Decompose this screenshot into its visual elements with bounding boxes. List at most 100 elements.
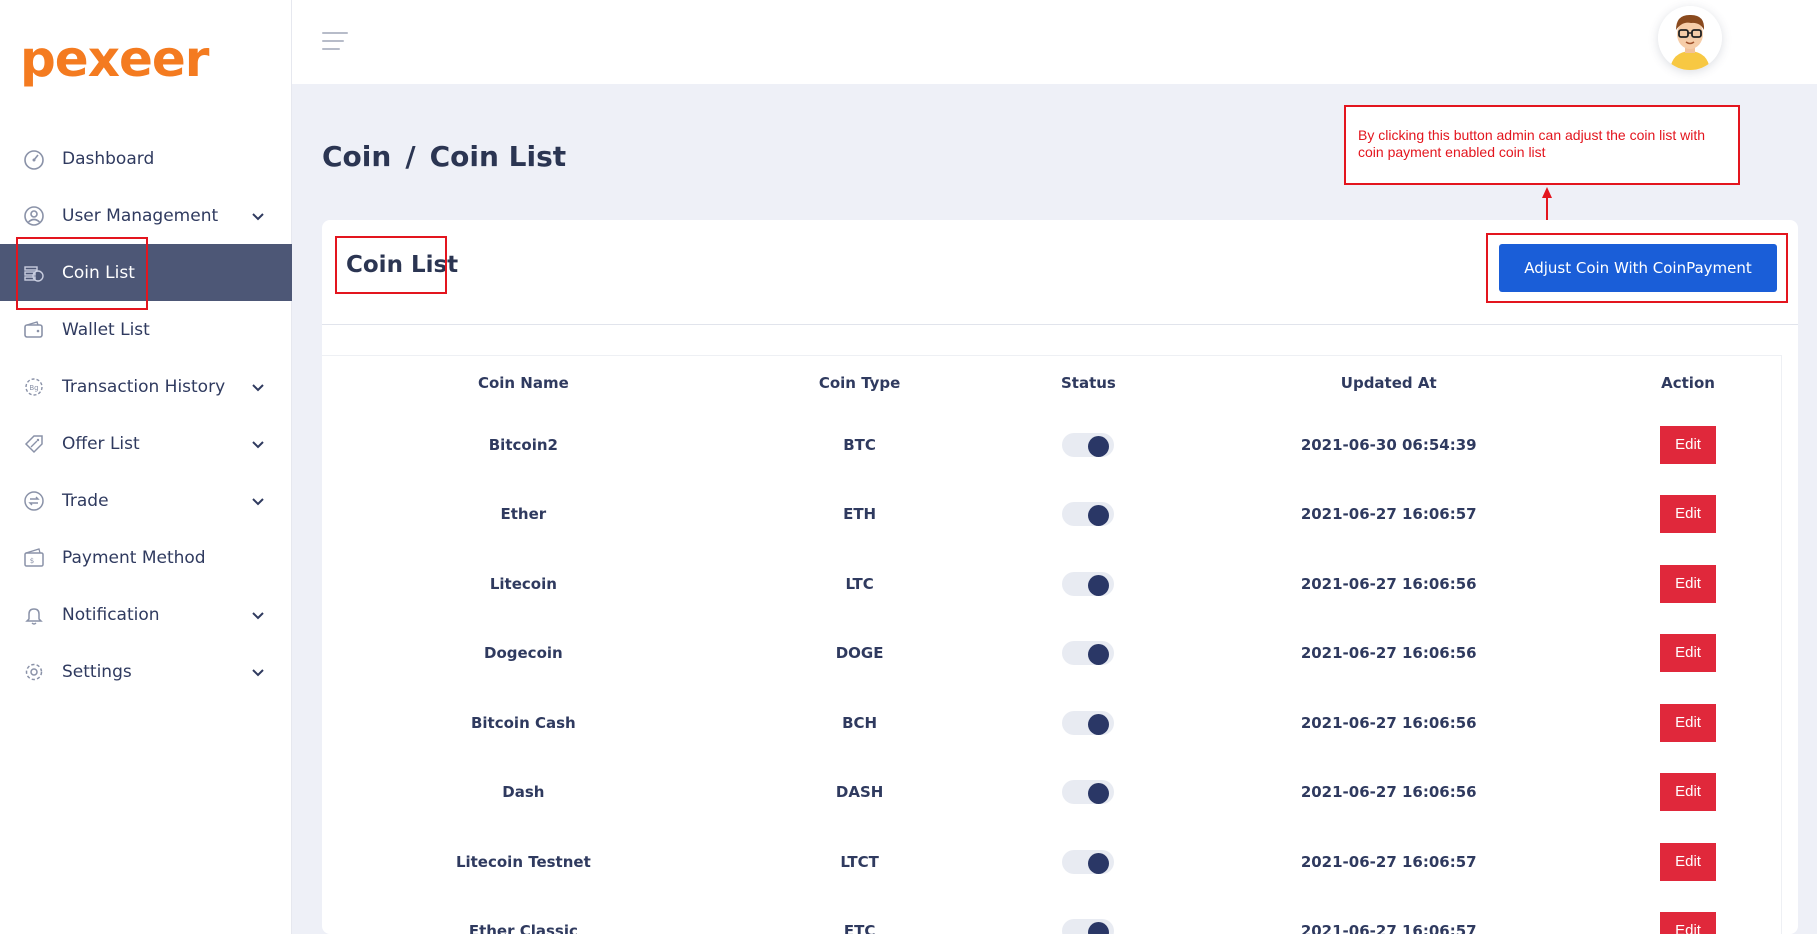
table-row: Litecoin Testnet LTCT 2021-06-27 16:06:5… xyxy=(322,827,1781,897)
sidebar-item-transaction-history[interactable]: Bg Transaction History xyxy=(0,358,292,415)
status-cell xyxy=(994,619,1182,689)
sidebar-item-label: Dashboard xyxy=(62,148,155,169)
coin-name-cell: Litecoin Testnet xyxy=(455,852,591,871)
sidebar-item-dashboard[interactable]: Dashboard xyxy=(0,130,292,187)
edit-button[interactable]: Edit xyxy=(1660,564,1717,603)
brand-logo[interactable]: pexeer xyxy=(20,14,209,88)
toggle-knob xyxy=(1088,574,1110,596)
coin-name-cell: Ether xyxy=(500,505,547,524)
sidebar-item-offer-list[interactable]: Offer List xyxy=(0,415,292,472)
sidebar-item-label: Transaction History xyxy=(62,376,226,397)
breadcrumb-parent[interactable]: Coin xyxy=(322,140,391,173)
table-row: Ether Classic ETC 2021-06-27 16:06:57 Ed… xyxy=(322,897,1781,934)
sidebar-item-payment-method[interactable]: $ Payment Method xyxy=(0,529,292,586)
edit-button[interactable]: Edit xyxy=(1660,634,1717,673)
annotation-highlight-button xyxy=(1486,233,1788,303)
action-cell: Edit xyxy=(1595,619,1781,689)
card-header: Coin List Adjust Coin With CoinPayment xyxy=(322,220,1798,325)
edit-button[interactable]: Edit xyxy=(1660,425,1717,464)
user-avatar[interactable] xyxy=(1658,6,1722,70)
table-row: Litecoin LTC 2021-06-27 16:06:56 Edit xyxy=(322,549,1781,619)
column-header-status[interactable]: Status xyxy=(994,356,1182,410)
toggle-knob xyxy=(1088,713,1110,735)
status-cell xyxy=(994,827,1182,897)
toggle-knob xyxy=(1088,435,1110,457)
user-circle-icon xyxy=(22,204,46,228)
coin-table: Coin Name Coin Type Status Updated At Ac… xyxy=(322,356,1781,934)
breadcrumb: Coin / Coin List xyxy=(322,140,566,173)
edit-button[interactable]: Edit xyxy=(1660,842,1717,881)
table-row: Dogecoin DOGE 2021-06-27 16:06:56 Edit xyxy=(322,619,1781,689)
action-cell: Edit xyxy=(1595,758,1781,828)
action-cell: Edit xyxy=(1595,827,1781,897)
sidebar-nav: Dashboard User Management Coin List Wall… xyxy=(0,130,292,700)
chevron-down-icon xyxy=(252,497,264,505)
speedometer-icon xyxy=(22,147,46,171)
toggle-knob xyxy=(1088,505,1110,527)
edit-button[interactable]: Edit xyxy=(1660,495,1717,534)
status-toggle[interactable] xyxy=(1062,780,1115,805)
coin-type-cell: ETC xyxy=(843,922,876,934)
toggle-knob xyxy=(1088,644,1110,666)
sidebar-item-label: Payment Method xyxy=(62,547,206,568)
annotation-note: By clicking this button admin can adjust… xyxy=(1344,105,1740,185)
offer-tag-icon xyxy=(22,432,46,456)
sidebar-item-label: Notification xyxy=(62,604,160,625)
action-cell: Edit xyxy=(1595,410,1781,480)
coin-list-card: Coin List Adjust Coin With CoinPayment C… xyxy=(322,220,1798,934)
toggle-knob xyxy=(1088,852,1110,874)
sidebar-item-label: Wallet List xyxy=(62,319,150,340)
status-cell xyxy=(994,688,1182,758)
sidebar-item-label: Trade xyxy=(62,490,109,511)
updated-at-cell: 2021-06-27 16:06:56 xyxy=(1300,783,1477,802)
status-cell xyxy=(994,897,1182,934)
table-header-row: Coin Name Coin Type Status Updated At Ac… xyxy=(322,356,1781,410)
column-header-coin-type[interactable]: Coin Type xyxy=(725,356,995,410)
payment-wallet-icon: $ xyxy=(22,546,46,570)
sidebar-item-trade[interactable]: Trade xyxy=(0,472,292,529)
gear-icon xyxy=(22,660,46,684)
coin-name-cell: Bitcoin2 xyxy=(488,435,558,454)
column-header-updated-at[interactable]: Updated At xyxy=(1182,356,1595,410)
status-cell xyxy=(994,480,1182,550)
column-header-coin-name[interactable]: Coin Name xyxy=(322,356,725,410)
coin-name-cell: Litecoin xyxy=(489,574,557,593)
updated-at-cell: 2021-06-27 16:06:56 xyxy=(1300,644,1477,663)
sidebar-item-settings[interactable]: Settings xyxy=(0,643,292,700)
updated-at-cell: 2021-06-27 16:06:56 xyxy=(1300,713,1477,732)
status-toggle[interactable] xyxy=(1062,919,1115,934)
coin-name-cell: Ether Classic xyxy=(468,922,578,934)
edit-button[interactable]: Edit xyxy=(1660,703,1717,742)
status-toggle[interactable] xyxy=(1062,432,1115,457)
sidebar-item-notification[interactable]: Notification xyxy=(0,586,292,643)
updated-at-cell: 2021-06-27 16:06:57 xyxy=(1300,852,1477,871)
status-toggle[interactable] xyxy=(1062,571,1115,596)
menu-toggle-icon[interactable] xyxy=(322,30,348,52)
coin-table-wrapper: Coin Name Coin Type Status Updated At Ac… xyxy=(322,355,1782,934)
coin-name-cell: Dash xyxy=(502,783,545,802)
breadcrumb-current: Coin List xyxy=(429,140,567,173)
svg-text:Bg: Bg xyxy=(29,384,38,392)
edit-button[interactable]: Edit xyxy=(1660,773,1717,812)
coin-type-cell: ETH xyxy=(843,505,877,524)
chevron-down-icon xyxy=(252,212,264,220)
status-toggle[interactable] xyxy=(1062,502,1115,527)
status-toggle[interactable] xyxy=(1062,710,1115,735)
sidebar-item-label: User Management xyxy=(62,205,219,226)
breadcrumb-separator: / xyxy=(405,140,416,173)
status-toggle[interactable] xyxy=(1062,849,1115,874)
table-row: Ether ETH 2021-06-27 16:06:57 Edit xyxy=(322,480,1781,550)
sidebar-item-user-management[interactable]: User Management xyxy=(0,187,292,244)
sidebar-item-label: Offer List xyxy=(62,433,140,454)
edit-button[interactable]: Edit xyxy=(1660,912,1717,934)
status-toggle[interactable] xyxy=(1062,641,1115,666)
sidebar-item-label: Settings xyxy=(62,661,132,682)
status-cell xyxy=(994,549,1182,619)
action-cell: Edit xyxy=(1595,480,1781,550)
brand-logo-text: pexeer xyxy=(20,30,209,88)
updated-at-cell: 2021-06-27 16:06:57 xyxy=(1300,505,1477,524)
chevron-down-icon xyxy=(252,611,264,619)
coin-name-cell: Bitcoin Cash xyxy=(470,713,576,732)
column-header-action: Action xyxy=(1661,374,1715,392)
coin-type-cell: LTCT xyxy=(840,852,879,871)
